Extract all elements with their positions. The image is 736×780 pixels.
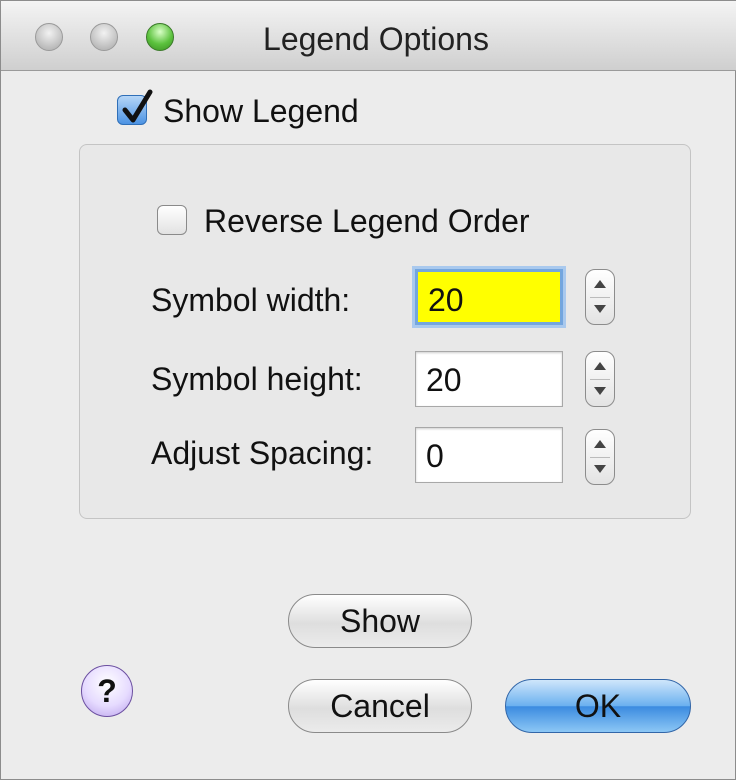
- symbol-height-field[interactable]: 20: [415, 351, 563, 407]
- reverse-legend-order-label: Reverse Legend Order: [204, 203, 530, 239]
- symbol-height-label: Symbol height:: [151, 361, 363, 397]
- show-legend-label: Show Legend: [163, 93, 359, 129]
- symbol-width-label: Symbol width:: [151, 282, 351, 318]
- title-bar: Legend Options: [1, 1, 736, 71]
- adjust-spacing-stepper[interactable]: [585, 429, 615, 485]
- increment-arrow-icon[interactable]: [586, 270, 614, 297]
- legend-options-window: Legend Options Show Legend Reverse Legen…: [0, 0, 736, 780]
- decrement-arrow-icon[interactable]: [586, 297, 614, 324]
- cancel-button[interactable]: Cancel: [288, 679, 472, 733]
- symbol-height-stepper[interactable]: [585, 351, 615, 407]
- ok-button[interactable]: OK: [505, 679, 691, 733]
- symbol-width-stepper[interactable]: [585, 269, 615, 325]
- decrement-arrow-icon[interactable]: [586, 457, 614, 484]
- increment-arrow-icon[interactable]: [586, 352, 614, 379]
- adjust-spacing-label: Adjust Spacing:: [151, 435, 374, 471]
- adjust-spacing-field[interactable]: 0: [415, 427, 563, 483]
- show-legend-checkbox[interactable]: [117, 89, 153, 125]
- reverse-legend-order-checkbox[interactable]: [157, 205, 187, 235]
- increment-arrow-icon[interactable]: [586, 430, 614, 457]
- window-title: Legend Options: [263, 21, 489, 57]
- help-button[interactable]: ?: [81, 665, 133, 717]
- decrement-arrow-icon[interactable]: [586, 379, 614, 406]
- show-button[interactable]: Show: [288, 594, 472, 648]
- checkmark-icon: [122, 89, 153, 123]
- symbol-width-field[interactable]: 20: [415, 269, 563, 325]
